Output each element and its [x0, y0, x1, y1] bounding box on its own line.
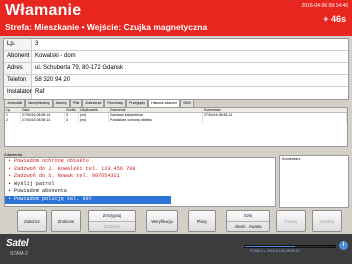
action-script-list: • Powiadom ochronę obiektu • Zadzwoń do J.…	[4, 157, 276, 207]
tab-sms[interactable]: SMS	[180, 99, 194, 107]
info-label: Instalator	[4, 87, 32, 99]
column-header[interactable]: Zdarzenie	[109, 108, 203, 112]
info-value: Kowalski - dom	[35, 53, 76, 59]
progress-fill	[245, 246, 295, 247]
alarm-timer: + 46s	[323, 14, 346, 24]
action-toolbar: Zakończ Zrobione Zrezygnuj Zadzwoń Weryf…	[0, 208, 352, 234]
info-label: Telefon	[4, 75, 32, 86]
script-step-text: Powiadom policję tel. 997	[14, 195, 92, 202]
script-step-text: Powiadom abonenta	[14, 188, 67, 195]
table-cell: (nn)	[79, 118, 109, 123]
call-button[interactable]: Zadzwoń	[89, 221, 135, 231]
info-icon[interactable]: i	[339, 241, 348, 250]
info-row-telefon: Telefon 58 320 94 20	[4, 75, 348, 87]
szlo-options: Alarm Awaria	[227, 221, 269, 231]
script-step-text: Wyślij patrol	[14, 180, 55, 187]
column-header[interactable]: Lp.	[5, 108, 21, 112]
script-step-selected[interactable]: • Powiadom policję tel. 997	[5, 195, 171, 204]
script-step-text: Zadzwoń do S. Nowak tel. 987654321	[14, 173, 120, 180]
event-history-grid: Lp. Data Źródło Użytkownik Zdarzenie Kom…	[4, 107, 348, 147]
script-step[interactable]: • Zadzwoń do S. Nowak tel. 987654321	[5, 173, 275, 181]
status-text: STAM-2 v. 2016-04-26 08:55:19	[250, 249, 300, 253]
tab-jednostki[interactable]: Jednostki	[4, 99, 26, 107]
resign-button[interactable]: Zrezygnuj	[89, 211, 135, 221]
alarm-option-button[interactable]: Alarm	[235, 224, 246, 229]
tab-pliki[interactable]: Pliki	[69, 99, 83, 107]
progress-bar	[244, 245, 336, 248]
table-cell: 2	[5, 118, 21, 123]
info-value: Raf	[35, 89, 45, 95]
script-step[interactable]: • Powiadom ochronę obiektu	[5, 158, 275, 166]
column-header[interactable]: Źródło	[65, 108, 79, 112]
table-cell: Powiadom ochronę obiektu	[109, 118, 203, 123]
close-button[interactable]: Zamknij	[312, 210, 342, 232]
alarm-header: Włamanie Strefa: Mieszkanie • Wejście: C…	[0, 0, 352, 36]
szlo-button-group: Szło Alarm Awaria	[226, 210, 270, 232]
column-header[interactable]: Data	[21, 108, 65, 112]
awaria-option-button[interactable]: Awaria	[249, 224, 262, 229]
script-step-text: Zadzwoń do J. Kowalski tel. 123 456 789	[14, 165, 136, 172]
table-row[interactable]: 2 27/04/16 08:55:14 3 (nn) Powiadom ochr…	[5, 118, 347, 123]
column-header[interactable]: Użytkownik	[79, 108, 109, 112]
info-label: Abonent	[4, 51, 32, 62]
column-header[interactable]: Komentarz	[203, 108, 347, 112]
info-label: Lp.	[4, 39, 32, 50]
plans-button[interactable]: Plany	[188, 210, 216, 232]
info-value: ul. Schuberta 79, 80-172 Gdansk	[35, 65, 124, 71]
info-row-adres: Adres ul. Schuberta 79, 80-172 Gdansk	[4, 63, 348, 75]
alarm-date: 2016-04-06 09:14:46	[301, 3, 348, 9]
info-value: 58 320 94 20	[35, 77, 71, 83]
finish-button[interactable]: Zakończ	[17, 210, 47, 232]
script-step-text: Powiadom ochronę obiektu	[14, 158, 89, 164]
tab-zdarzenia[interactable]: Zdarzenia	[82, 99, 105, 107]
detail-tabs: Jednostki Identyfikatory Alarmy Pliki Zd…	[4, 99, 194, 107]
table-cell: 27/04/16 08:55:14	[21, 118, 65, 123]
tab-alarmy[interactable]: Alarmy	[52, 99, 70, 107]
resign-button-group: Zrezygnuj Zadzwoń	[88, 210, 136, 232]
table-cell: 3	[65, 118, 79, 123]
satel-logo: Satel	[6, 238, 29, 249]
tab-przeglady[interactable]: Przeglądy	[126, 99, 149, 107]
info-row-abonent: Abonent Kowalski - dom	[4, 51, 348, 63]
tab-historia-zdarzen[interactable]: Historia zdarzeń	[148, 99, 181, 107]
verification-button[interactable]: Weryfikacja	[146, 210, 178, 232]
alarm-subtitle: Strefa: Mieszkanie • Wejście: Czujka mag…	[5, 22, 208, 32]
table-cell	[203, 118, 347, 123]
szlo-label: Szło	[243, 213, 253, 218]
comment-label: Komentarz	[282, 157, 301, 161]
info-label: Adres	[4, 63, 32, 74]
copy-button[interactable]: Kopiuj	[276, 210, 306, 232]
comment-field[interactable]: Komentarz	[279, 155, 349, 208]
script-step[interactable]: • Zadzwoń do J. Kowalski tel. 123 456 789	[5, 166, 275, 174]
alarm-title: Włamanie	[5, 2, 82, 19]
product-name: STAM-2	[10, 251, 28, 257]
subscriber-info-table: Lp. 3 Abonent Kowalski - dom Adres ul. S…	[3, 38, 349, 100]
tab-identyfikatory[interactable]: Identyfikatory	[25, 99, 53, 107]
monitoring-app: Włamanie Strefa: Mieszkanie • Wejście: C…	[0, 0, 352, 264]
tab-rozmowy[interactable]: Rozmowy	[104, 99, 127, 107]
info-value: 3	[35, 41, 39, 47]
info-row-lp: Lp. 3	[4, 39, 348, 51]
script-step[interactable]: • Wyślij patrol	[5, 181, 275, 189]
script-step[interactable]: • Powiadom abonenta	[5, 188, 275, 196]
info-row-instalator: Instalator Raf	[4, 87, 348, 99]
done-button[interactable]: Zrobione	[51, 210, 81, 232]
status-footer: Satel STAM-2 STAM-2 v. 2016-04-26 08:55:…	[0, 234, 352, 264]
